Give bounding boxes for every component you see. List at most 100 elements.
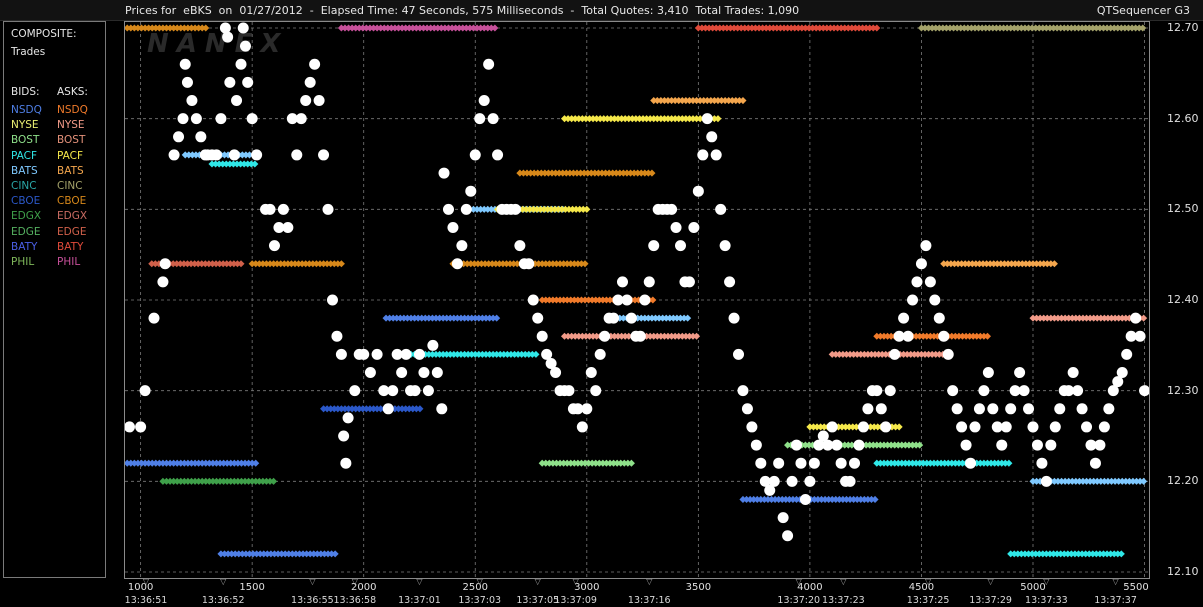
trade-point: [884, 385, 896, 397]
trade-point: [186, 95, 198, 107]
trade-point: [536, 330, 548, 342]
bid-quote-nsdq: [493, 314, 501, 322]
y-tick-label: 12.40: [1167, 293, 1199, 306]
trade-point: [960, 439, 972, 451]
ask-quote-cboe: [337, 260, 345, 268]
trade-point: [1139, 385, 1149, 397]
trade-point: [634, 330, 646, 342]
trade-point: [875, 403, 887, 415]
trade-point: [1103, 403, 1115, 415]
trade-point: [157, 276, 169, 288]
time-label: 13:37:33: [1025, 595, 1068, 606]
trade-point: [338, 430, 350, 442]
trade-point: [706, 131, 718, 143]
y-tick-label: 12.20: [1167, 474, 1199, 488]
trade-point: [195, 131, 207, 143]
trade-point: [996, 439, 1008, 451]
trade-point: [228, 149, 240, 161]
trade-point: [400, 348, 412, 360]
y-tick-label: 12.10: [1167, 565, 1199, 578]
legend-ask-baty: BATY: [57, 240, 84, 253]
trade-point: [431, 367, 443, 379]
trade-point: [973, 403, 985, 415]
trade-point: [849, 457, 861, 469]
ask-quote-nyse: [693, 332, 701, 340]
time-marker-icon: ▽: [795, 577, 802, 586]
trade-point: [340, 457, 352, 469]
trade-point: [436, 403, 448, 415]
trade-point: [215, 113, 227, 125]
trade-point: [1098, 421, 1110, 433]
trade-point: [898, 312, 910, 324]
trade-point: [295, 113, 307, 125]
trade-point: [648, 240, 660, 252]
trade-point: [1116, 367, 1128, 379]
chart-title: Prices for eBKS on 01/27/2012 - Elapsed …: [125, 4, 800, 17]
trade-point: [331, 330, 343, 342]
trade-point: [523, 258, 535, 270]
ask-quote-edge: [237, 260, 245, 268]
trade-point: [1067, 367, 1079, 379]
trade-point: [969, 421, 981, 433]
legend-bid-phil: PHIL: [11, 256, 35, 268]
time-label: 13:37:23: [822, 595, 865, 606]
legend-bid-baty: BATY: [11, 240, 38, 253]
y-tick-label: 12.70: [1167, 21, 1199, 34]
bid-quote-pacf: [532, 350, 540, 358]
trade-point: [418, 367, 430, 379]
bids-header: BIDS:: [11, 86, 40, 98]
trade-point: [456, 240, 468, 252]
trade-point: [585, 367, 597, 379]
trade-point: [509, 203, 521, 215]
trade-point: [768, 475, 780, 487]
trade-point: [1089, 457, 1101, 469]
trade-point: [442, 203, 454, 215]
trade-point: [465, 185, 477, 197]
legend-bid-edge: EDGE: [11, 225, 41, 238]
trade-point: [670, 221, 682, 233]
trade-point: [782, 530, 794, 542]
trade-point: [608, 312, 620, 324]
time-label: 13:36:51: [124, 595, 168, 606]
time-label: 13:36:55: [291, 595, 334, 606]
trade-point: [168, 149, 180, 161]
trade-point: [387, 385, 399, 397]
ask-quote-cboe: [581, 260, 589, 268]
trade-point: [889, 348, 901, 360]
bid-quote-bats: [1140, 477, 1148, 485]
trade-point: [675, 240, 687, 252]
trade-point: [590, 385, 602, 397]
bid-quote-pacf: [1117, 550, 1125, 558]
trade-point: [924, 276, 936, 288]
trade-point: [853, 439, 865, 451]
trade-point: [125, 421, 135, 433]
ask-quote-pacf: [714, 115, 722, 123]
trade-point: [737, 385, 749, 397]
y-axis: 12.70 12.60 12.50 12.40 12.30 12.20 12.10: [1150, 21, 1203, 591]
trade-point: [1134, 330, 1146, 342]
trade-point: [396, 367, 408, 379]
trade-point: [239, 40, 251, 52]
time-marker-icon: ▽: [572, 577, 579, 586]
bid-quote-bost: [916, 441, 924, 449]
trade-point: [427, 339, 439, 351]
trade-point: [625, 312, 637, 324]
trade-point: [422, 385, 434, 397]
trade-point: [460, 203, 472, 215]
bid-quote-bats: [684, 314, 692, 322]
trade-point: [643, 276, 655, 288]
legend-bid-bost: BOST: [11, 134, 40, 147]
ask-quote-cinc: [1139, 24, 1147, 32]
trade-point: [264, 203, 276, 215]
trade-point: [527, 294, 539, 306]
time-marker-icon: ▽: [142, 577, 150, 586]
x-tick-label: 5500: [1123, 582, 1149, 593]
time-marker-icon: ▽: [416, 577, 423, 586]
trade-point: [190, 113, 202, 125]
trade-point: [1049, 421, 1061, 433]
trade-point: [300, 95, 312, 107]
trade-point: [920, 240, 932, 252]
y-tick-label: 12.60: [1167, 111, 1199, 125]
trade-point: [786, 475, 798, 487]
trade-point: [857, 421, 869, 433]
